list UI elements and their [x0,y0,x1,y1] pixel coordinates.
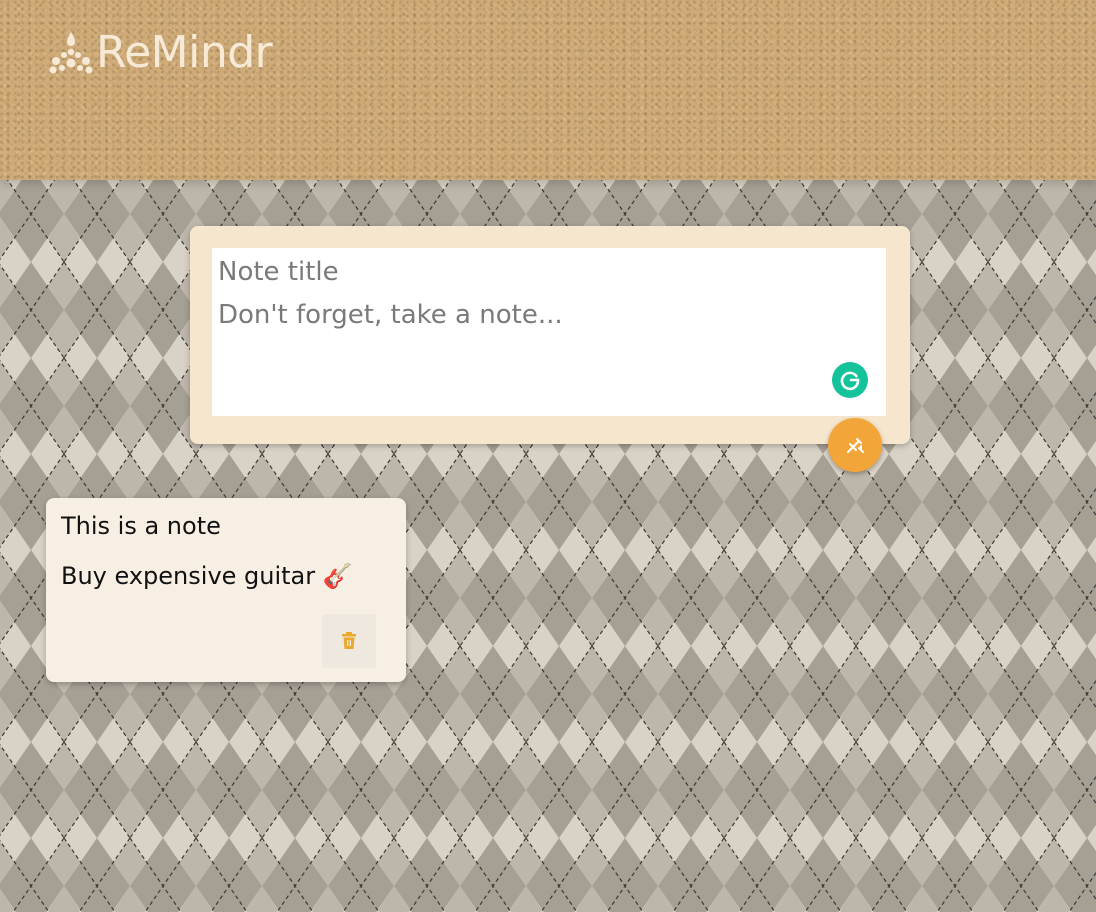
logo[interactable]: ReMindr [48,27,273,78]
add-note-button[interactable] [828,418,882,472]
note-card[interactable]: This is a note Buy expensive guitar 🎸 [46,498,406,682]
trash-icon [342,632,356,649]
app-name: ReMindr [96,27,273,78]
note-title-input[interactable] [212,254,884,290]
note-body: Buy expensive guitar 🎸 [61,562,353,590]
header: ReMindr [0,0,1096,180]
grammarly-icon[interactable] [832,362,868,398]
note-composer [190,226,910,472]
notes-board: This is a note Buy expensive guitar 🎸 [0,180,1096,912]
add-note-icon [847,438,864,453]
delete-note-button[interactable] [322,614,376,668]
flower-icon [49,32,93,74]
note-body-input[interactable] [212,300,884,400]
composer-fields [212,248,886,416]
note-title: This is a note [61,512,221,540]
